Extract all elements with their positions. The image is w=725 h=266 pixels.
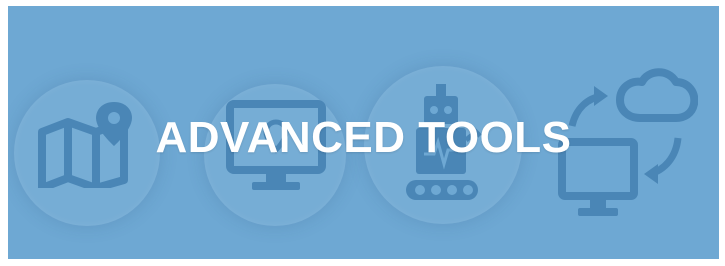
frame: ADVANCED TOOLS [0,0,725,266]
banner-title: ADVANCED TOOLS [155,113,572,162]
advanced-tools-banner: ADVANCED TOOLS [8,6,719,259]
